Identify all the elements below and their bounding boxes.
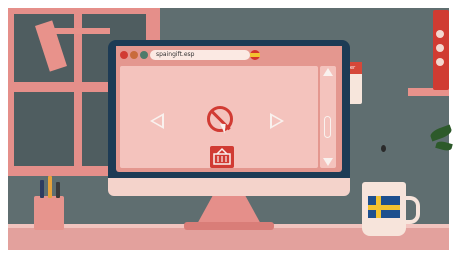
monitor-stand-base xyxy=(184,222,274,230)
maximize-window-button[interactable] xyxy=(140,51,148,59)
chevron-left-icon-inner xyxy=(153,116,162,126)
binder-ring xyxy=(436,30,444,38)
mug-handle xyxy=(402,196,420,224)
shopping-basket-button[interactable] xyxy=(210,146,234,168)
pencil xyxy=(40,180,44,198)
scroll-down-arrow-icon[interactable] xyxy=(323,158,333,166)
window-pane-bottom-left xyxy=(14,92,74,166)
binder-ring xyxy=(436,44,444,52)
shopping-basket-icon xyxy=(213,147,231,165)
pencil xyxy=(48,176,52,198)
address-bar[interactable]: spaingift.esp xyxy=(150,50,250,60)
scroll-up-arrow-icon[interactable] xyxy=(323,68,333,76)
scene: ber spaingift.esp xyxy=(0,0,457,256)
flag-cross-horizontal xyxy=(368,205,400,210)
spain-flag-icon[interactable] xyxy=(250,50,260,60)
wall-mark xyxy=(381,145,386,152)
chevron-right-icon-inner xyxy=(272,116,281,126)
minimize-window-button[interactable] xyxy=(130,51,138,59)
page-content xyxy=(120,66,318,168)
scroll-thumb[interactable] xyxy=(324,116,331,138)
swedish-flag-icon xyxy=(368,196,400,218)
monitor-chin xyxy=(108,178,350,196)
browser-titlebar: spaingift.esp xyxy=(116,46,342,64)
pencil-cup xyxy=(34,196,64,230)
lamp-shade xyxy=(40,28,110,34)
no-entry-icon xyxy=(207,106,233,132)
vertical-scrollbar[interactable] xyxy=(320,66,336,168)
close-window-button[interactable] xyxy=(120,51,128,59)
browser-window: spaingift.esp xyxy=(116,46,342,172)
binder-ring xyxy=(436,58,444,66)
pencil xyxy=(56,182,60,198)
